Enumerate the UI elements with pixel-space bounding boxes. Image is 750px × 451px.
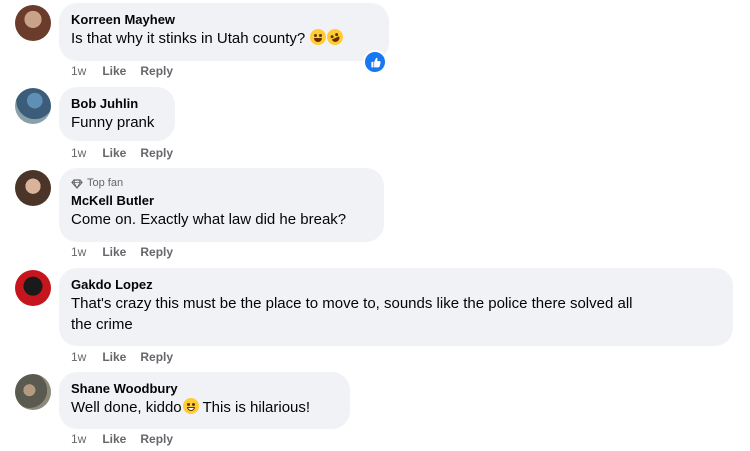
like-reaction-icon[interactable] (363, 50, 387, 74)
reply-button[interactable]: Reply (140, 432, 173, 446)
like-button[interactable]: Like (102, 146, 126, 160)
avatar[interactable] (15, 88, 51, 124)
avatar[interactable] (15, 5, 51, 41)
comment-text-line-2: the crime (71, 316, 133, 333)
comment-actions: 1w Like Reply (71, 146, 173, 160)
comment-text: Is that why it stinks in Utah county? (71, 26, 377, 49)
comment-timestamp[interactable]: 1w (71, 350, 86, 364)
reply-button[interactable]: Reply (140, 64, 173, 78)
comment-actions: 1w Like Reply (71, 432, 173, 446)
comment-actions: 1w Like Reply (71, 64, 173, 78)
comment-timestamp[interactable]: 1w (71, 432, 86, 446)
comment-timestamp[interactable]: 1w (71, 245, 86, 259)
comment-text-line-1: That's crazy this must be the place to m… (71, 295, 633, 312)
top-fan-badge[interactable]: Top fan (71, 176, 372, 191)
commenter-name[interactable]: Bob Juhlin (71, 95, 163, 112)
comment-text: Come on. Exactly what law did he break? (71, 211, 347, 228)
like-button[interactable]: Like (102, 64, 126, 78)
avatar[interactable] (15, 374, 51, 410)
top-fan-label: Top fan (87, 177, 124, 189)
avatar[interactable] (15, 270, 51, 306)
diamond-icon (71, 178, 83, 189)
avatar[interactable] (15, 170, 51, 206)
commenter-name[interactable]: Gakdo Lopez (71, 276, 721, 293)
like-button[interactable]: Like (102, 245, 126, 259)
comment-actions: 1w Like Reply (71, 245, 173, 259)
reply-button[interactable]: Reply (140, 245, 173, 259)
reply-button[interactable]: Reply (140, 146, 173, 160)
comment-text: Well done, kiddo This is hilarious! (71, 397, 338, 418)
comment-bubble: Shane Woodbury Well done, kiddo This is … (59, 372, 350, 429)
comment-bubble: Bob Juhlin Funny prank (59, 87, 175, 141)
like-button[interactable]: Like (102, 432, 126, 446)
comment-bubble: Korreen Mayhew Is that why it stinks in … (59, 3, 389, 61)
reply-button[interactable]: Reply (140, 350, 173, 364)
like-button[interactable]: Like (102, 350, 126, 364)
rolling-laughing-emoji (324, 26, 347, 48)
comment-bubble: Gakdo Lopez That's crazy this must be th… (59, 268, 733, 346)
commenter-name[interactable]: Korreen Mayhew (71, 11, 377, 28)
comment-text-end: This is hilarious! (198, 399, 311, 416)
comment-text: Funny prank (71, 114, 155, 131)
laughing-face-emoji (310, 29, 327, 45)
comment-timestamp[interactable]: 1w (71, 64, 86, 78)
comment-actions: 1w Like Reply (71, 350, 173, 364)
grinning-face-emoji (182, 398, 199, 414)
comment-text-start: Well done, kiddo (71, 399, 182, 416)
comment-text-content: Is that why it stinks in Utah county? (71, 30, 306, 47)
commenter-name[interactable]: McKell Butler (71, 192, 372, 209)
comment-timestamp[interactable]: 1w (71, 146, 86, 160)
commenter-name[interactable]: Shane Woodbury (71, 380, 338, 397)
comment-bubble: Top fan McKell Butler Come on. Exactly w… (59, 168, 384, 242)
